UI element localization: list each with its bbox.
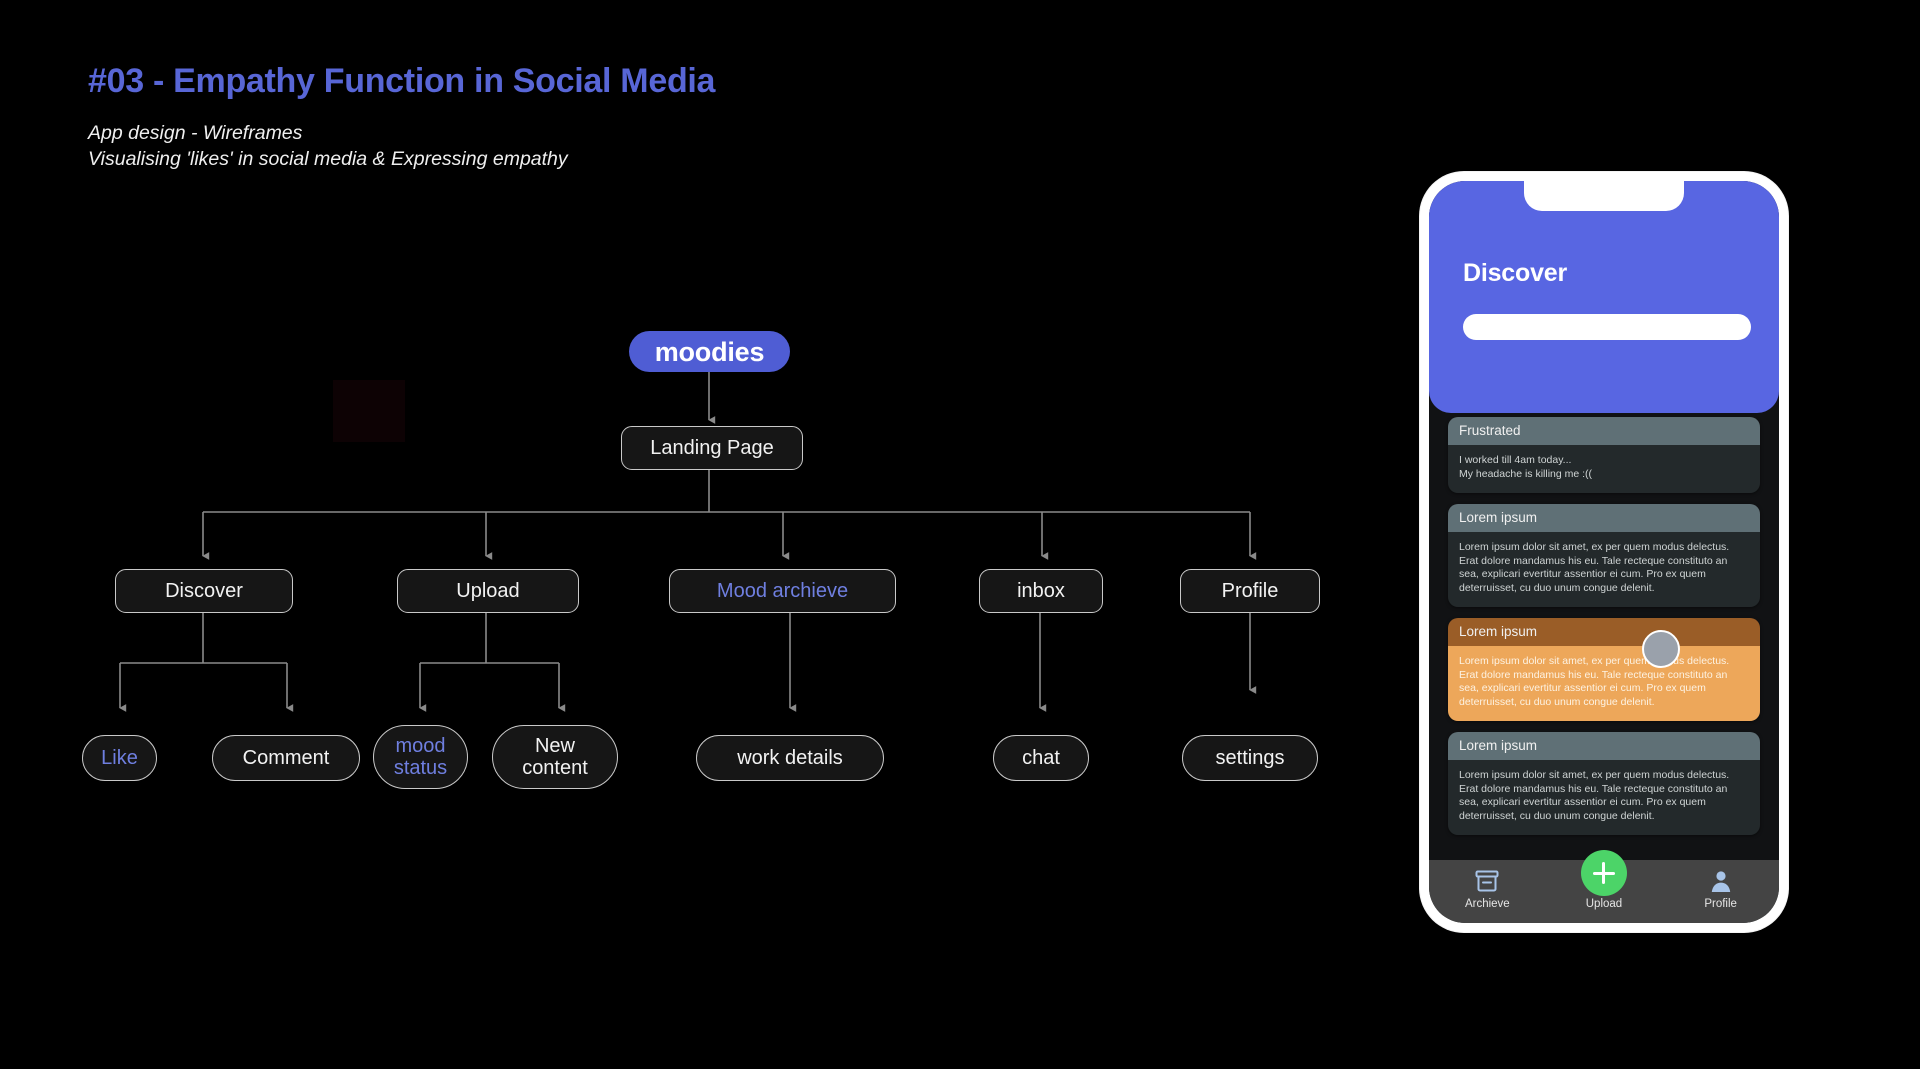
phone-notch — [1524, 181, 1684, 211]
feed-card-title: Lorem ipsum — [1448, 618, 1760, 646]
flow-node-like[interactable]: Like — [82, 735, 157, 781]
feed-card[interactable]: Lorem ipsum Lorem ipsum dolor sit amet, … — [1448, 504, 1760, 607]
flow-node-like-label: Like — [101, 747, 138, 769]
archive-box-icon — [1475, 868, 1499, 894]
search-input[interactable] — [1463, 314, 1751, 340]
feed-card-body: Lorem ipsum dolor sit amet, ex per quem … — [1448, 760, 1760, 835]
person-icon — [1709, 868, 1733, 894]
flow-node-landing-page[interactable]: Landing Page — [621, 426, 803, 470]
flow-node-discover[interactable]: Discover — [115, 569, 293, 613]
flow-node-profile-label: Profile — [1221, 580, 1279, 602]
flow-node-comment[interactable]: Comment — [212, 735, 360, 781]
feed-card-body: I worked till 4am today... My headache i… — [1448, 445, 1760, 493]
flow-node-root[interactable]: moodies — [629, 331, 790, 372]
flow-node-profile[interactable]: Profile — [1180, 569, 1320, 613]
nav-item-archieve-label: Archieve — [1464, 898, 1510, 910]
flow-node-upload-label: Upload — [456, 580, 520, 602]
flow-node-mood-status-label: mood status — [393, 735, 448, 779]
flow-node-discover-label: Discover — [165, 580, 243, 602]
flow-node-inbox[interactable]: inbox — [979, 569, 1103, 613]
feed-card[interactable]: Lorem ipsum Lorem ipsum dolor sit amet, … — [1448, 732, 1760, 835]
background-artifact — [333, 380, 405, 442]
flowchart-connectors — [119, 372, 1257, 712]
flow-node-settings[interactable]: settings — [1182, 735, 1318, 781]
flow-node-comment-label: Comment — [242, 747, 330, 769]
flow-node-settings-label: settings — [1215, 747, 1285, 769]
upload-fab-button[interactable] — [1580, 850, 1627, 896]
flow-node-new-content[interactable]: New content — [492, 725, 618, 789]
flow-node-mood-status[interactable]: mood status — [373, 725, 468, 789]
feed-card[interactable]: Lorem ipsum Lorem ipsum dolor sit amet, … — [1448, 618, 1760, 721]
nav-item-profile[interactable]: Profile — [1663, 868, 1779, 910]
sitemap-flowchart: moodies Landing Page Discover Upload Moo… — [0, 0, 1400, 1069]
feed-card-title: Frustrated — [1448, 417, 1760, 445]
flow-node-root-label: moodies — [654, 336, 765, 367]
app-screen-title: Discover — [1463, 259, 1568, 287]
feed-card[interactable]: Frustrated I worked till 4am today... My… — [1448, 417, 1760, 493]
nav-item-upload-label: Upload — [1585, 898, 1623, 910]
nav-item-archieve[interactable]: Archieve — [1430, 868, 1546, 910]
flow-node-work-details[interactable]: work details — [696, 735, 884, 781]
feed-card-body: Lorem ipsum dolor sit amet, ex per quem … — [1448, 646, 1760, 721]
flow-node-chat[interactable]: chat — [993, 735, 1089, 781]
flow-node-mood-archieve[interactable]: Mood archieve — [669, 569, 896, 613]
flow-node-upload[interactable]: Upload — [397, 569, 579, 613]
cursor-pointer — [1642, 630, 1680, 668]
flow-node-mood-archieve-label: Mood archieve — [716, 580, 849, 602]
flow-node-new-content-label: New content — [522, 735, 588, 779]
feed-list[interactable]: Frustrated I worked till 4am today... My… — [1429, 399, 1779, 923]
app-header: Discover — [1429, 181, 1779, 413]
phone-screen: Discover Frustrated I worked till 4am to… — [1429, 181, 1779, 923]
feed-card-title: Lorem ipsum — [1448, 504, 1760, 532]
feed-card-body: Lorem ipsum dolor sit amet, ex per quem … — [1448, 532, 1760, 607]
phone-mockup: Discover Frustrated I worked till 4am to… — [1420, 172, 1788, 932]
feed-card-title: Lorem ipsum — [1448, 732, 1760, 760]
bottom-navigation-bar: Archieve Upload Profile — [1429, 850, 1779, 923]
plus-icon — [1592, 871, 1615, 875]
flow-node-work-details-label: work details — [737, 747, 843, 769]
nav-item-upload[interactable]: Upload — [1546, 850, 1662, 910]
nav-item-profile-label: Profile — [1704, 898, 1737, 910]
flow-node-inbox-label: inbox — [1017, 580, 1065, 602]
flow-node-landing-page-label: Landing Page — [650, 437, 774, 459]
flow-node-chat-label: chat — [1022, 747, 1060, 769]
